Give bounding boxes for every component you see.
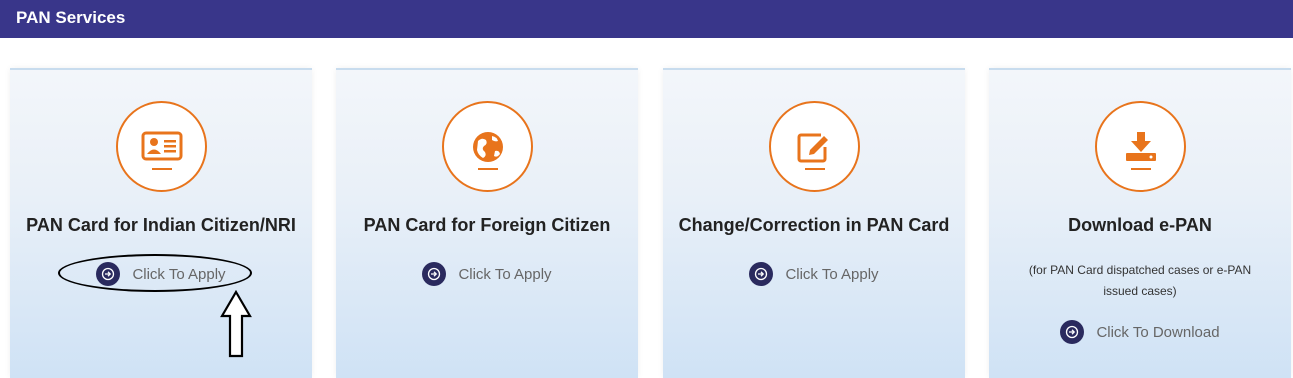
click-to-apply-link[interactable]: Click To Apply: [10, 262, 312, 286]
edit-icon: [769, 101, 860, 192]
arrow-right-circle-icon: [1060, 320, 1085, 344]
card-download-epan: Download e-PAN (for PAN Card dispatched …: [989, 68, 1291, 378]
click-to-apply-label: Click To Apply: [458, 265, 552, 283]
card-title: Download e-PAN: [1068, 215, 1212, 235]
click-to-download-link[interactable]: Click To Download: [989, 320, 1291, 344]
card-title: PAN Card for Foreign Citizen: [363, 215, 611, 235]
page-header: PAN Services: [0, 0, 1293, 38]
section-title: PAN Services: [16, 8, 126, 27]
click-to-apply-link[interactable]: Click To Apply: [336, 262, 638, 286]
card-change-correction: Change/Correction in PAN Card Click To A…: [663, 68, 965, 378]
arrow-right-circle-icon: [422, 262, 447, 286]
arrow-right-circle-icon: [749, 262, 774, 286]
card-pan-indian-citizen: PAN Card for Indian Citizen/NRI Click To…: [10, 68, 312, 378]
click-to-apply-label: Click To Apply: [132, 265, 226, 283]
globe-icon: [442, 101, 533, 192]
click-to-apply-link[interactable]: Click To Apply: [663, 262, 965, 286]
card-title: PAN Card for Indian Citizen/NRI: [26, 215, 296, 235]
card-title: Change/Correction in PAN Card: [678, 215, 950, 235]
click-to-download-label: Click To Download: [1096, 323, 1220, 341]
click-to-apply-label: Click To Apply: [785, 265, 879, 283]
download-icon: [1095, 101, 1186, 192]
arrow-right-circle-icon: [96, 262, 121, 286]
id-card-icon: [116, 101, 207, 192]
card-note: (for PAN Card dispatched cases or e-PAN …: [1028, 263, 1252, 298]
card-pan-foreign-citizen: PAN Card for Foreign Citizen Click To Ap…: [336, 68, 638, 378]
